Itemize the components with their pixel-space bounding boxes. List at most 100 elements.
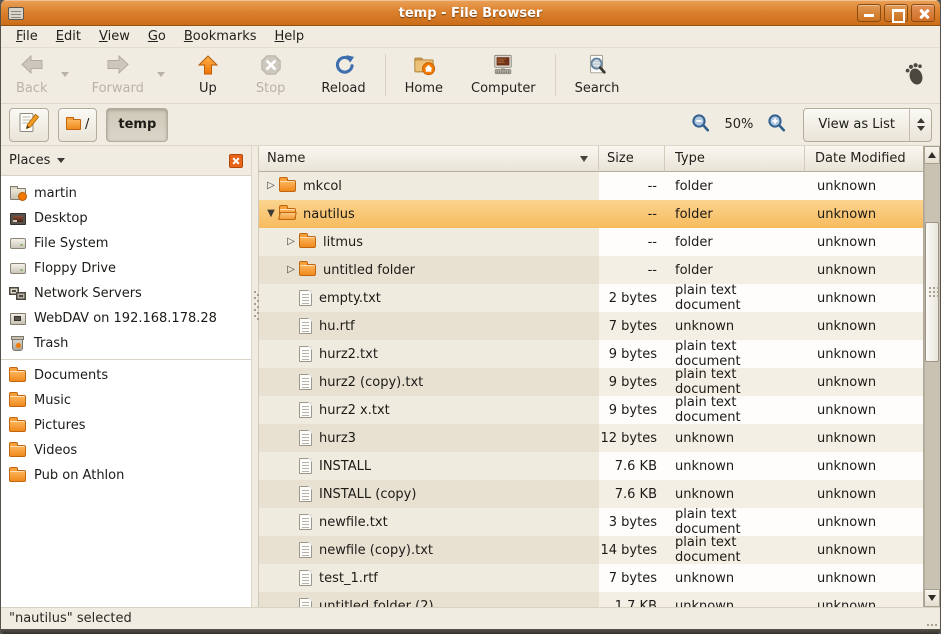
file-name-cell[interactable]: ▷ mkcol <box>259 172 599 200</box>
sidebar-item-pictures[interactable]: Pictures <box>1 413 251 438</box>
file-type-cell: folder <box>665 200 805 228</box>
home-button[interactable]: Home <box>396 52 452 98</box>
window-controls <box>857 4 935 22</box>
up-button[interactable]: Up <box>187 52 229 98</box>
titlebar[interactable]: temp - File Browser <box>1 0 940 26</box>
zoom-in-button[interactable] <box>767 113 787 137</box>
file-name-cell[interactable]: hurz3 <box>259 424 599 452</box>
file-size-cell: 1.7 KB <box>599 592 665 607</box>
table-row[interactable]: hurz2.txt 9 bytes plain text document un… <box>259 340 923 368</box>
table-row[interactable]: hurz2 x.txt 9 bytes plain text document … <box>259 396 923 424</box>
collapsed-expander-icon[interactable]: ▷ <box>283 256 299 284</box>
search-button[interactable]: Search <box>566 52 629 98</box>
table-row[interactable]: empty.txt 2 bytes plain text document un… <box>259 284 923 312</box>
table-row[interactable]: ▷ litmus -- folder unknown <box>259 228 923 256</box>
sidebar-item-martin[interactable]: martin <box>1 181 251 206</box>
expanded-expander-icon[interactable]: ▼ <box>263 200 279 228</box>
file-date-cell: unknown <box>805 424 923 452</box>
main-area: Places martin Desktop File System Floppy… <box>1 146 940 607</box>
scrollbar-thumb[interactable] <box>925 222 939 362</box>
collapsed-expander-icon[interactable]: ▷ <box>263 172 279 200</box>
menu-item-view[interactable]: View <box>90 27 139 46</box>
computer-button[interactable]: Computer <box>462 52 545 98</box>
file-name-cell[interactable]: empty.txt <box>259 284 599 312</box>
table-row[interactable]: ▼ nautilus -- folder unknown <box>259 200 923 228</box>
scroll-down-button[interactable] <box>924 589 940 607</box>
text-icon <box>299 542 312 558</box>
table-row[interactable]: newfile (copy).txt 14 bytes plain text d… <box>259 536 923 564</box>
path-button-temp[interactable]: temp <box>106 108 168 142</box>
view-as-selector[interactable]: View as List <box>803 108 932 142</box>
table-row[interactable]: ▷ untitled folder -- folder unknown <box>259 256 923 284</box>
file-name-cell[interactable]: hurz2 (copy).txt <box>259 368 599 396</box>
sidebar-item-pub-on-athlon[interactable]: Pub on Athlon <box>1 463 251 488</box>
pane-splitter[interactable] <box>251 146 259 607</box>
maximize-button[interactable] <box>884 4 908 22</box>
forward-button[interactable]: Forward <box>83 52 153 98</box>
reload-button[interactable]: Reload <box>312 52 374 98</box>
table-row[interactable]: hu.rtf 7 bytes unknown unknown <box>259 312 923 340</box>
zoom-out-button[interactable] <box>691 113 711 137</box>
sidebar-item-trash[interactable]: Trash <box>1 331 251 356</box>
file-name-cell[interactable]: ▷ untitled folder <box>259 256 599 284</box>
file-name-cell[interactable]: untitled folder (2) <box>259 592 599 607</box>
sidebar-item-music[interactable]: Music <box>1 388 251 413</box>
file-date-cell: unknown <box>805 396 923 424</box>
menu-item-file[interactable]: File <box>7 27 47 46</box>
menu-item-edit[interactable]: Edit <box>47 27 90 46</box>
file-name-cell[interactable]: hurz2 x.txt <box>259 396 599 424</box>
column-header-size[interactable]: Size <box>599 146 665 172</box>
menu-item-bookmarks[interactable]: Bookmarks <box>175 27 266 46</box>
table-row[interactable]: test_1.rtf 7 bytes unknown unknown <box>259 564 923 592</box>
file-name-cell[interactable]: ▼ nautilus <box>259 200 599 228</box>
minimize-button[interactable] <box>857 4 881 22</box>
table-row[interactable]: newfile.txt 3 bytes plain text document … <box>259 508 923 536</box>
window-menu-icon[interactable] <box>8 7 24 20</box>
file-name-cell[interactable]: hurz2.txt <box>259 340 599 368</box>
root-folder-button[interactable]: / <box>58 108 97 142</box>
menu-item-help[interactable]: Help <box>266 27 314 46</box>
sidebar-item-desktop[interactable]: Desktop <box>1 206 251 231</box>
sidebar-item-network-servers[interactable]: Network Servers <box>1 281 251 306</box>
places-dropdown[interactable]: Places <box>9 153 65 168</box>
column-header-type[interactable]: Type <box>665 146 805 172</box>
edit-location-button[interactable] <box>9 108 49 142</box>
file-name-cell[interactable]: test_1.rtf <box>259 564 599 592</box>
resize-grip[interactable] <box>935 624 937 626</box>
file-name-cell[interactable]: newfile.txt <box>259 508 599 536</box>
file-name-cell[interactable]: hu.rtf <box>259 312 599 340</box>
file-rows: ▷ mkcol -- folder unknown ▼ nautilus -- … <box>259 172 923 607</box>
stop-button[interactable]: Stop <box>247 52 295 98</box>
scrollbar-trough[interactable] <box>924 164 940 589</box>
close-sidebar-icon[interactable] <box>229 154 243 168</box>
sidebar-item-videos[interactable]: Videos <box>1 438 251 463</box>
location-bar: / temp 50% View as List <box>1 104 940 146</box>
sidebar-item-floppy-drive[interactable]: Floppy Drive <box>1 256 251 281</box>
collapsed-expander-icon[interactable]: ▷ <box>283 228 299 256</box>
table-row[interactable]: INSTALL (copy) 7.6 KB unknown unknown <box>259 480 923 508</box>
column-header-name[interactable]: Name <box>259 146 599 172</box>
table-row[interactable]: hurz3 12 bytes unknown unknown <box>259 424 923 452</box>
file-name-cell[interactable]: newfile (copy).txt <box>259 536 599 564</box>
menu-item-go[interactable]: Go <box>139 27 175 46</box>
forward-dropdown-caret[interactable] <box>153 58 169 92</box>
file-name-cell[interactable]: ▷ litmus <box>259 228 599 256</box>
sidebar-item-file-system[interactable]: File System <box>1 231 251 256</box>
table-row[interactable]: ▷ mkcol -- folder unknown <box>259 172 923 200</box>
sidebar-item-webdav-on-192-168-178-28[interactable]: WebDAV on 192.168.178.28 <box>1 306 251 331</box>
table-row[interactable]: INSTALL 7.6 KB unknown unknown <box>259 452 923 480</box>
file-name-cell[interactable]: INSTALL (copy) <box>259 480 599 508</box>
back-dropdown-caret[interactable] <box>57 58 73 92</box>
file-name-cell[interactable]: INSTALL <box>259 452 599 480</box>
scroll-up-button[interactable] <box>924 146 940 164</box>
sidebar-item-documents[interactable]: Documents <box>1 363 251 388</box>
file-type-cell: plain text document <box>665 284 805 312</box>
table-row[interactable]: untitled folder (2) 1.7 KB unknown unkno… <box>259 592 923 607</box>
close-button[interactable] <box>911 4 935 22</box>
spinner-arrows-icon[interactable] <box>909 109 931 141</box>
vertical-scrollbar[interactable] <box>923 146 940 607</box>
home-folder-icon <box>10 188 26 200</box>
column-header-date-modified[interactable]: Date Modified <box>805 146 923 172</box>
table-row[interactable]: hurz2 (copy).txt 9 bytes plain text docu… <box>259 368 923 396</box>
back-button[interactable]: Back <box>7 52 57 98</box>
